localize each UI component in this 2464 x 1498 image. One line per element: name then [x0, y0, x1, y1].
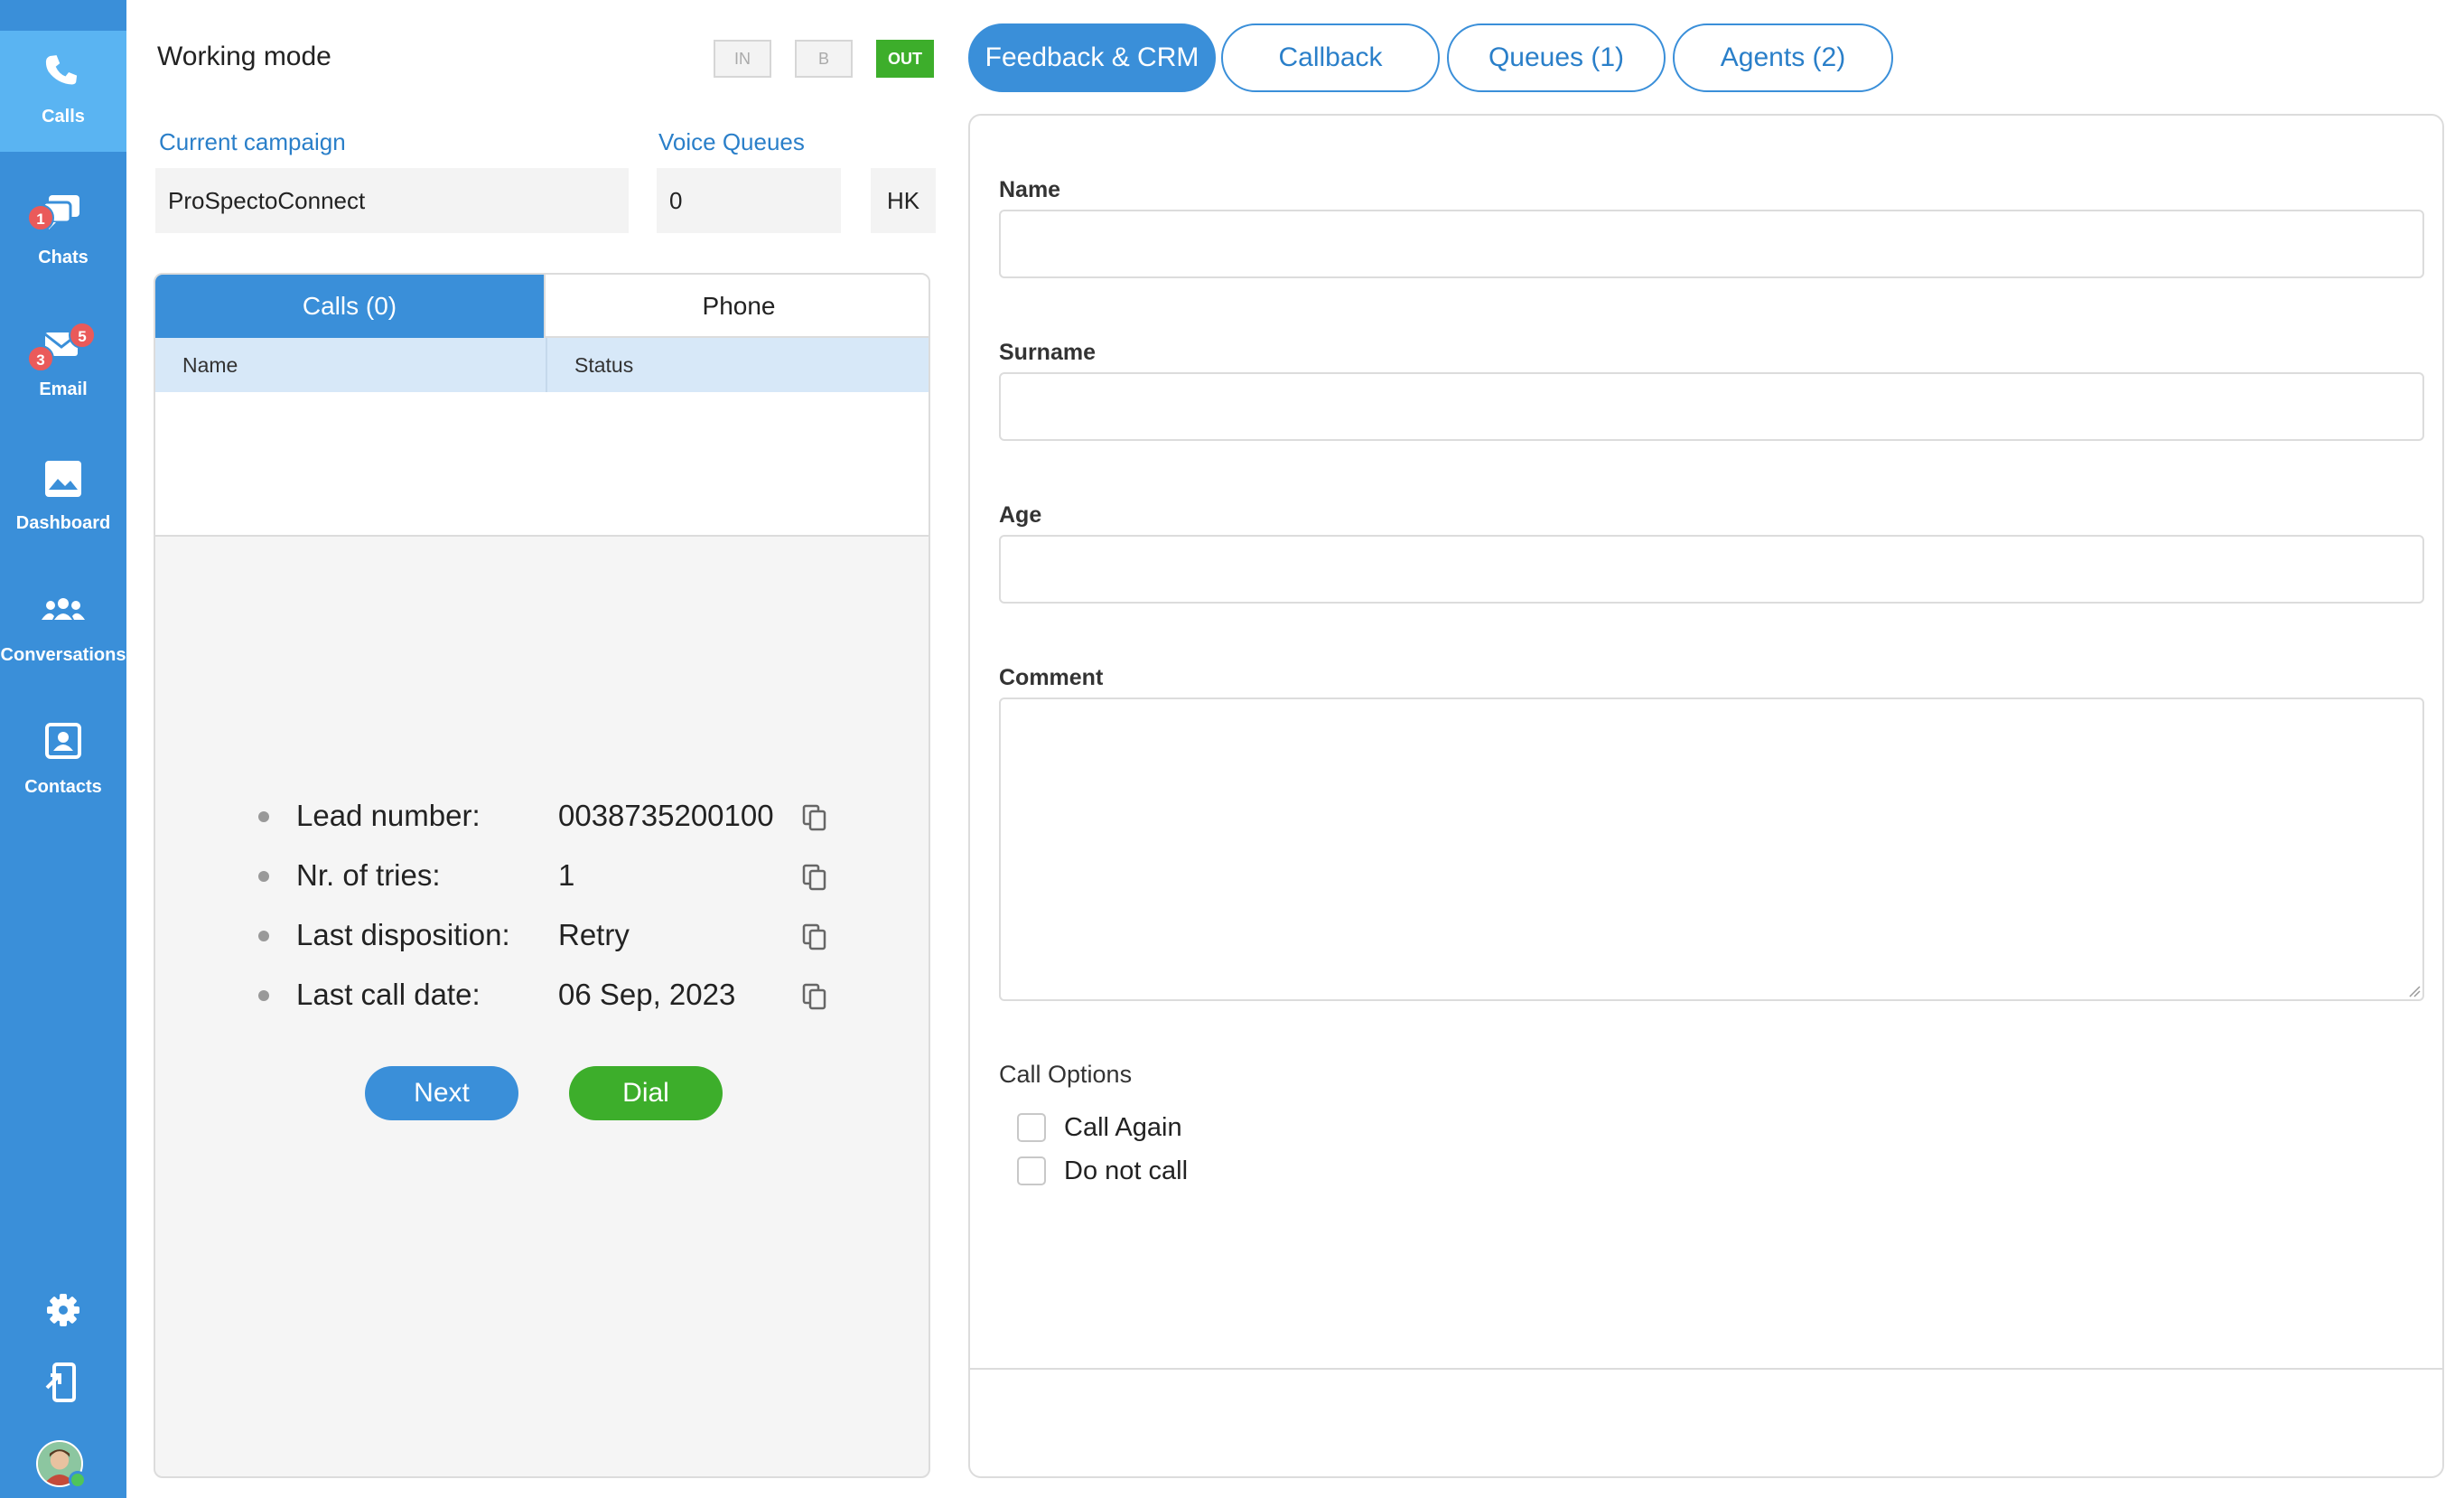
sidebar-item-contacts[interactable]: Contacts [0, 701, 126, 822]
lead-info-row: Last call date: 06 Sep, 2023 [155, 974, 929, 1019]
online-status-indicator [69, 1471, 87, 1489]
call-again-checkbox[interactable] [1017, 1113, 1046, 1142]
lead-info-row: Nr. of tries: 1 [155, 855, 929, 900]
voice-queues-field: 0 [657, 168, 841, 233]
lead-info-value: 0038735200100 [558, 799, 774, 832]
mode-out-button[interactable]: OUT [876, 40, 934, 78]
lead-info-value: Retry [558, 918, 630, 951]
lead-info-key: Last disposition: [296, 918, 510, 951]
lead-info-key: Lead number: [296, 799, 481, 832]
voice-queues-label: Voice Queues [658, 128, 805, 155]
sidebar-item-label: Calls [42, 107, 85, 126]
phone-icon [45, 55, 78, 85]
email-badge-right: 5 [69, 322, 96, 349]
sidebar: Calls 1 Chats 3 5 Email Dashboard Conver… [0, 0, 126, 1498]
current-campaign-label: Current campaign [159, 128, 346, 155]
logout-icon[interactable] [38, 1357, 89, 1408]
lead-info-value: 1 [558, 858, 575, 892]
tab-callback[interactable]: Callback [1221, 23, 1440, 92]
sidebar-item-label: Contacts [24, 777, 102, 797]
bullet [258, 990, 269, 1001]
lead-info-key: Nr. of tries: [296, 858, 441, 892]
sidebar-item-chats[interactable]: 1 Chats [0, 172, 126, 293]
do-not-call-label[interactable]: Do not call [1064, 1156, 1188, 1186]
working-mode-label: Working mode [157, 42, 331, 71]
column-header-status[interactable]: Status [547, 338, 929, 392]
form-footer-divider [970, 1368, 2442, 1370]
bullet [258, 931, 269, 941]
people-icon [42, 598, 85, 620]
dashboard-icon [45, 461, 81, 497]
mode-in-button[interactable]: IN [714, 40, 771, 78]
lead-info-value: 06 Sep, 2023 [558, 978, 736, 1011]
campaign-code-field: HK [871, 168, 936, 233]
surname-label: Surname [999, 340, 1096, 365]
calls-panel: Calls (0) Phone Name Status Lead number:… [154, 273, 930, 1478]
lead-info-key: Last call date: [296, 978, 481, 1011]
tab-feedback-crm[interactable]: Feedback & CRM [968, 23, 1216, 92]
tab-agents[interactable]: Agents (2) [1673, 23, 1893, 92]
sidebar-item-label: Chats [38, 248, 89, 267]
call-again-label[interactable]: Call Again [1064, 1113, 1182, 1143]
sidebar-item-label: Conversations [0, 645, 126, 665]
name-label: Name [999, 177, 1061, 202]
current-campaign-field[interactable]: ProSpectoConnect [155, 168, 629, 233]
contact-card-icon [45, 723, 81, 759]
lead-info-row: Last disposition: Retry [155, 914, 929, 960]
sidebar-item-dashboard[interactable]: Dashboard [0, 437, 126, 558]
column-header-name[interactable]: Name [155, 338, 547, 392]
surname-input[interactable] [999, 372, 2424, 441]
resize-grip-icon[interactable] [2408, 985, 2421, 997]
email-badge-left: 3 [27, 345, 54, 372]
comment-label: Comment [999, 665, 1104, 690]
calls-table-body [155, 392, 929, 537]
sidebar-item-email[interactable]: 3 5 Email [0, 304, 126, 425]
bullet [258, 871, 269, 882]
age-label: Age [999, 502, 1042, 528]
sidebar-item-conversations[interactable]: Conversations [0, 569, 126, 690]
do-not-call-checkbox[interactable] [1017, 1156, 1046, 1185]
comment-textarea[interactable] [999, 698, 2424, 1001]
tab-calls[interactable]: Calls (0) [155, 275, 544, 338]
sidebar-item-calls[interactable]: Calls [0, 31, 126, 152]
name-input[interactable] [999, 210, 2424, 278]
sidebar-item-label: Dashboard [15, 513, 111, 533]
copy-icon[interactable] [802, 804, 827, 831]
age-input[interactable] [999, 535, 2424, 604]
tab-queues[interactable]: Queues (1) [1447, 23, 1666, 92]
bullet [258, 811, 269, 822]
next-button[interactable]: Next [365, 1066, 518, 1120]
tab-phone[interactable]: Phone [544, 275, 929, 338]
lead-info-row: Lead number: 0038735200100 [155, 795, 929, 840]
gear-icon[interactable] [38, 1285, 89, 1335]
call-options-title: Call Options [999, 1061, 1133, 1088]
copy-icon[interactable] [802, 864, 827, 891]
dial-button[interactable]: Dial [569, 1066, 723, 1120]
copy-icon[interactable] [802, 983, 827, 1010]
sidebar-item-label: Email [39, 379, 88, 399]
copy-icon[interactable] [802, 923, 827, 950]
chats-badge: 1 [27, 204, 54, 231]
mode-b-button[interactable]: B [795, 40, 853, 78]
